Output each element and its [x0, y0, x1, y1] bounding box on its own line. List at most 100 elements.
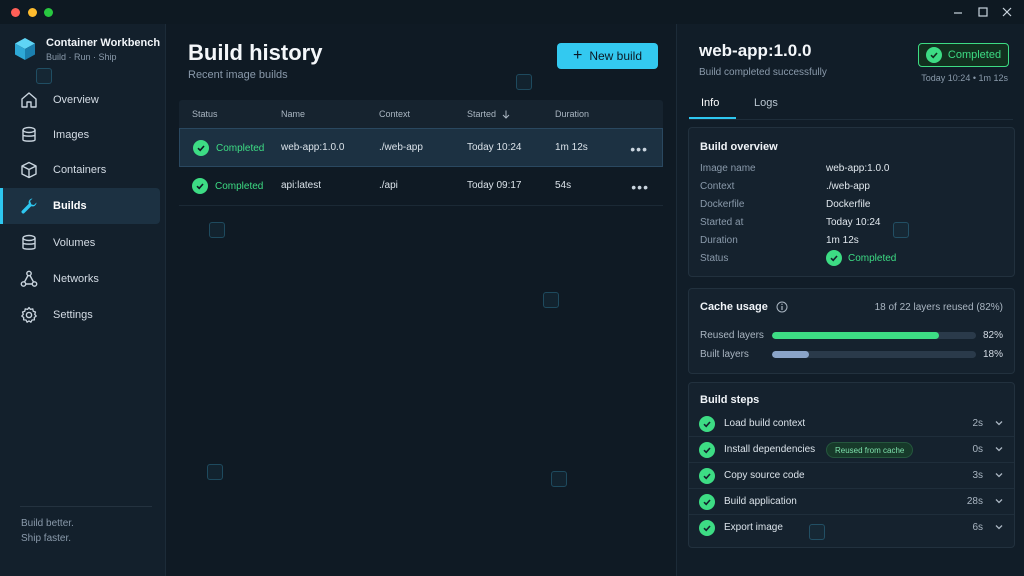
step-label: Build application: [724, 496, 797, 507]
sidebar-item-containers[interactable]: Containers: [0, 152, 160, 188]
sidebar-item-label: Settings: [53, 309, 93, 321]
step-label: Install dependencies: [724, 444, 816, 455]
field-label: Dockerfile: [700, 199, 745, 210]
build-step[interactable]: Load build context 2s: [689, 411, 1014, 437]
detail-time: Today 10:24 • 1m 12s: [921, 73, 1008, 83]
step-duration: 3s: [972, 470, 983, 481]
cache-usage-card: Cache usage 18 of 22 layers reused (82%)…: [688, 288, 1015, 374]
column-header-started[interactable]: Started: [467, 109, 496, 119]
wrench-icon: [21, 198, 37, 214]
check-circle-icon: [699, 442, 715, 458]
field-label: Status: [700, 253, 729, 264]
status-text: Completed: [216, 142, 265, 154]
info-icon[interactable]: [776, 301, 788, 313]
zoom-window-button[interactable]: [44, 8, 53, 17]
app-name: Container Workbench: [46, 37, 161, 49]
more-options-icon[interactable]: •••: [631, 179, 649, 195]
page-subtitle: Recent image builds: [188, 69, 288, 81]
status-badge-label: Completed: [947, 49, 1002, 61]
card-title: Build steps: [700, 394, 760, 406]
gear-icon: [21, 306, 37, 323]
step-duration: 2s: [972, 418, 983, 429]
column-header-status[interactable]: Status: [192, 109, 218, 119]
tab-info[interactable]: Info: [701, 97, 719, 109]
sidebar-footer-line1: Build better.: [21, 518, 74, 529]
sidebar-divider: [20, 506, 152, 507]
build-step[interactable]: Build application 28s: [689, 489, 1014, 515]
built-layers-bar: [772, 351, 976, 358]
build-detail-panel: web-app:1.0.0 Build completed successful…: [676, 24, 1024, 576]
column-header-duration[interactable]: Duration: [555, 109, 589, 119]
field-value: web-app:1.0.0: [826, 163, 890, 174]
watermark-icon: [207, 464, 223, 480]
database-icon: [22, 126, 36, 142]
context-cell: ./web-app: [379, 142, 423, 153]
field-value: Dockerfile: [826, 199, 871, 210]
chevron-down-icon[interactable]: [993, 469, 1005, 481]
status-badge: Completed: [918, 43, 1009, 67]
sidebar-item-volumes[interactable]: Volumes: [0, 225, 160, 261]
sidebar-item-label: Networks: [53, 273, 99, 285]
reused-layers-bar: [772, 332, 976, 339]
active-tab-indicator: [689, 117, 736, 119]
network-icon: [20, 270, 38, 287]
tab-logs[interactable]: Logs: [754, 97, 778, 109]
column-header-context[interactable]: Context: [379, 109, 410, 119]
field-value: ./web-app: [826, 181, 870, 192]
check-circle-icon: [699, 468, 715, 484]
column-header-name[interactable]: Name: [281, 109, 305, 119]
chevron-down-icon[interactable]: [993, 495, 1005, 507]
table-row[interactable]: Completed api:latest ./api Today 09:17 5…: [179, 167, 663, 206]
cube-logo-icon: [15, 38, 35, 60]
database-icon: [22, 234, 36, 250]
sidebar-item-settings[interactable]: Settings: [0, 297, 160, 333]
table-row[interactable]: Completed web-app:1.0.0 ./web-app Today …: [179, 128, 663, 167]
build-step[interactable]: Install dependencies Reused from cache 0…: [689, 437, 1014, 463]
name-cell: web-app:1.0.0: [281, 142, 345, 153]
step-duration: 0s: [972, 444, 983, 455]
sidebar-item-label: Containers: [53, 164, 107, 176]
status-cell: Completed: [193, 140, 264, 156]
chevron-down-icon[interactable]: [993, 417, 1005, 429]
minimize-icon[interactable]: [950, 4, 966, 20]
sidebar-item-networks[interactable]: Networks: [0, 261, 160, 297]
context-cell: ./api: [379, 180, 398, 191]
field-value: Today 10:24: [826, 217, 881, 228]
page-title: Build history: [188, 40, 323, 65]
step-label: Export image: [724, 522, 783, 533]
maximize-icon[interactable]: [975, 4, 991, 20]
sidebar-footer-line2: Ship faster.: [21, 533, 72, 544]
minimize-window-button[interactable]: [28, 8, 37, 17]
reused-layers-percent: 82%: [982, 330, 1003, 341]
watermark-icon: [893, 222, 909, 238]
check-circle-icon: [699, 416, 715, 432]
build-history-view: Build history Recent image builds + New …: [36, 24, 676, 576]
builds-table: Status Name Context Started Duration Com…: [179, 100, 663, 206]
build-step[interactable]: Export image 6s: [689, 515, 1014, 541]
tab-divider: [689, 119, 1013, 120]
more-options-icon[interactable]: •••: [630, 141, 648, 157]
sidebar-item-label: Builds: [53, 200, 87, 212]
sidebar-item-builds[interactable]: Builds: [0, 188, 160, 224]
watermark-icon: [209, 222, 225, 238]
sidebar-item-overview[interactable]: Overview: [0, 82, 160, 118]
reused-layers-fill: [772, 332, 940, 339]
step-duration: 28s: [966, 496, 983, 507]
chevron-down-icon[interactable]: [993, 443, 1005, 455]
sort-descending-icon[interactable]: [502, 110, 510, 119]
name-cell: api:latest: [281, 180, 322, 191]
box-icon: [21, 161, 37, 179]
chevron-down-icon[interactable]: [993, 521, 1005, 533]
table-header: Status Name Context Started Duration: [179, 100, 663, 128]
sidebar-item-images[interactable]: Images: [0, 117, 160, 153]
sidebar: Container Workbench Build · Run · Ship O…: [0, 24, 166, 576]
build-steps-card: Build steps Load build context 2s Instal…: [688, 382, 1015, 548]
close-icon[interactable]: [999, 4, 1015, 20]
card-title: Build overview: [700, 141, 778, 153]
build-step[interactable]: Copy source code 3s: [689, 463, 1014, 489]
close-window-button[interactable]: [11, 8, 20, 17]
step-label: Copy source code: [724, 470, 805, 481]
new-build-button[interactable]: + New build: [557, 43, 658, 69]
reused-layers-label: Reused layers: [700, 330, 764, 341]
home-icon: [21, 92, 37, 108]
